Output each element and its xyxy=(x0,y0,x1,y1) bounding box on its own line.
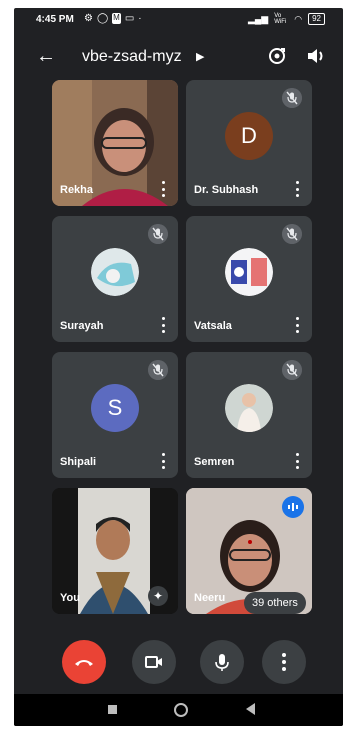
participant-name: Rekha xyxy=(60,184,94,196)
switch-camera-icon[interactable] xyxy=(266,45,288,67)
whatsapp-notification-icon: ◯ xyxy=(96,13,109,24)
meeting-code[interactable]: vbe-zsad-myz xyxy=(82,48,182,66)
speaking-indicator-icon xyxy=(282,496,304,518)
avatar: S xyxy=(91,384,139,432)
signal-icon: ▂▄▆ xyxy=(248,13,269,24)
recents-icon[interactable] xyxy=(108,705,117,714)
mic-off-icon xyxy=(148,360,168,380)
others-count-badge[interactable]: 39 others xyxy=(244,592,306,614)
more-options-icon[interactable] xyxy=(160,317,166,333)
participant-tile-dr-subhash[interactable]: D Dr. Subhash xyxy=(186,80,312,206)
end-call-button[interactable] xyxy=(62,640,106,684)
more-options-icon[interactable] xyxy=(294,453,300,469)
system-nav-bar xyxy=(14,694,343,726)
gmail-notification-icon: M xyxy=(112,13,121,24)
mic-off-icon xyxy=(282,360,302,380)
meeting-header: ← vbe-zsad-myz ▶ xyxy=(14,38,343,74)
participant-tile-vatsala[interactable]: Vatsala xyxy=(186,216,312,342)
more-options-icon[interactable] xyxy=(160,181,166,197)
wifi-icon: ◠ xyxy=(294,13,303,24)
camera-toggle-button[interactable] xyxy=(132,640,176,684)
avatar xyxy=(225,384,273,432)
vowifi-label: Vo WiFi xyxy=(274,13,287,25)
system-icons: ▂▄▆ Vo WiFi ◠ 92 xyxy=(248,13,325,25)
back-arrow-icon[interactable]: ← xyxy=(36,46,56,66)
status-time: 4:45 PM xyxy=(36,14,74,25)
mic-toggle-button[interactable] xyxy=(200,640,244,684)
avatar xyxy=(91,248,139,296)
phone-screen: 4:45 PM ⚙ ◯ M ▭ · ▂▄▆ Vo WiFi ◠ 92 ← vbe… xyxy=(14,8,343,726)
participant-tile-shipali[interactable]: S Shipali xyxy=(52,352,178,478)
more-vert-icon xyxy=(282,653,286,671)
avatar: D xyxy=(225,112,273,160)
participant-tile-you[interactable]: You ✦ xyxy=(52,488,178,614)
back-triangle-icon[interactable] xyxy=(246,703,255,715)
notification-icons: ⚙ ◯ M ▭ · xyxy=(84,13,142,24)
avatar-initial: S xyxy=(107,395,123,420)
avatar xyxy=(225,248,273,296)
more-notifications-dot: · xyxy=(138,13,142,24)
mic-off-icon xyxy=(282,224,302,244)
more-options-icon[interactable] xyxy=(160,453,166,469)
participant-name: Vatsala xyxy=(194,320,232,332)
settings-notification-icon: ⚙ xyxy=(84,13,93,24)
avatar-initial: D xyxy=(241,123,257,148)
mic-off-icon xyxy=(282,88,302,108)
video-camera-icon xyxy=(145,656,162,668)
participant-tile-surayah[interactable]: Surayah xyxy=(52,216,178,342)
camera-notification-icon: ▭ xyxy=(124,13,135,24)
more-actions-button[interactable] xyxy=(262,640,306,684)
effects-sparkle-icon[interactable]: ✦ xyxy=(148,586,168,606)
microphone-icon xyxy=(215,654,229,671)
participant-name: Surayah xyxy=(60,320,104,332)
more-options-icon[interactable] xyxy=(294,317,300,333)
participant-name: Dr. Subhash xyxy=(194,184,259,196)
status-bar: 4:45 PM ⚙ ◯ M ▭ · ▂▄▆ Vo WiFi ◠ 92 xyxy=(14,8,343,32)
end-call-icon xyxy=(75,660,93,666)
participant-tile-rekha[interactable]: Rekha xyxy=(52,80,178,206)
participant-name: Semren xyxy=(194,456,235,468)
speaker-icon[interactable] xyxy=(305,45,327,67)
home-icon[interactable] xyxy=(174,703,188,717)
more-options-icon[interactable] xyxy=(294,181,300,197)
participant-name: You xyxy=(60,592,80,604)
chevron-right-icon[interactable]: ▶ xyxy=(196,50,204,63)
mic-off-icon xyxy=(148,224,168,244)
participant-name: Shipali xyxy=(60,456,97,468)
participant-tile-semren[interactable]: Semren xyxy=(186,352,312,478)
call-controls xyxy=(14,640,343,684)
participant-name: Neeru xyxy=(194,592,226,604)
battery-icon: 92 xyxy=(308,13,325,25)
